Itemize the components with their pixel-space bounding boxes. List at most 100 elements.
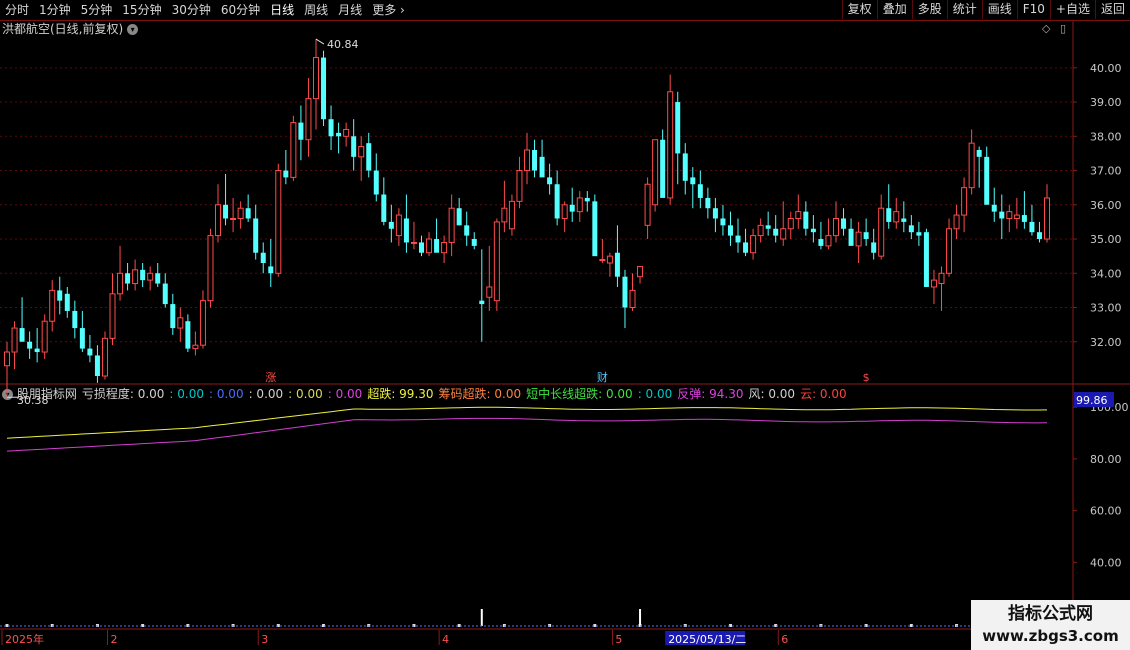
candle-body [155,273,161,284]
candle-body [697,184,703,198]
candle-body [757,224,764,237]
candle-body [569,204,575,212]
candle-body [162,283,168,305]
candle-body [1029,221,1035,233]
candle-body [795,211,802,219]
candle-body [508,200,515,230]
candle-body [961,187,968,216]
marker-2: $ [863,371,870,384]
x-date-label-4: 5 [615,633,622,646]
candle-body [930,279,937,288]
candle-body [863,232,869,240]
annotation-min: 30.38 [17,394,49,407]
candle-body [584,197,590,202]
candle-body [223,204,229,219]
candle-body [810,228,816,233]
candle-body [629,289,636,309]
candle-body [215,204,222,237]
candle-body [132,269,139,285]
y-tick-label: 37.00 [1090,165,1122,178]
y-tick-label: 34.00 [1090,267,1122,280]
candle-body [403,218,409,243]
candle-body [395,214,402,237]
candle-body [260,252,266,263]
candle-body [290,122,297,178]
candle-body [765,225,771,229]
candle-body [832,217,839,237]
candle-body [237,207,244,219]
candle-body [712,208,718,219]
candle-body [667,91,674,199]
candle-body [1021,215,1027,222]
candle-body [923,232,929,287]
candle-body [19,328,25,342]
candle-body [418,242,424,253]
candle-body [886,208,892,222]
candle-body [773,228,779,236]
candle-body [803,211,809,229]
candle-body [968,142,975,189]
candle-body [705,197,711,209]
candle-body [1013,214,1020,219]
candle-body [675,102,681,154]
candle-body [479,300,485,305]
candle-body [441,241,448,254]
candle-body [245,208,251,219]
candle-body [117,272,124,295]
candle-body [57,290,63,301]
candle-body [388,221,394,229]
candle-body [101,337,108,377]
candle-body [561,204,568,219]
annotation-pointer [315,38,325,45]
candle-body [848,228,854,246]
candle-body [660,139,666,198]
y-tick-label: 39.00 [1090,96,1122,109]
x-date-label-0: 2025年 [5,632,44,646]
x-date-label-1: 2 [111,633,118,646]
candle-body [4,351,10,367]
candle-body [192,344,199,350]
current-value-label: 99.86 [1076,394,1108,407]
candle-body [946,228,953,274]
candle-body [780,228,787,240]
y-tick-label: 35.00 [1090,233,1122,246]
candle-body [644,183,651,226]
candle-body [652,139,659,206]
candle-body [79,328,85,349]
watermark-title: 指标公式网 [1008,604,1093,624]
candle-body [283,170,289,178]
candle-body [532,150,538,171]
candle-body [841,218,847,229]
candle-body [720,218,726,226]
candle-body [606,255,613,264]
candle-body [991,204,997,212]
watermark-url: www.zbgs3.com [982,627,1119,645]
candle-body [743,242,749,253]
candle-body [787,217,794,230]
candle-body [818,239,824,246]
candle-body [871,242,877,253]
series-line-0 [6,406,1048,439]
candle-body [381,194,387,222]
candle-body [305,98,312,141]
candle-body [125,273,131,284]
candle-body [41,320,48,353]
y-tick-label: 36.00 [1090,199,1122,212]
candle-body [516,170,523,202]
candle-body [328,119,334,137]
candle-body [448,207,455,243]
candle-body [366,143,372,171]
chart-svg: 32.00 33.00 34.00 35.00 36.00 37.00 38.00 39.00… [0,21,1130,646]
marker-0: 涨 [265,371,276,384]
candle-body [938,272,945,285]
candle-body [456,208,462,226]
annotation-max: 40.84 [327,38,359,51]
candle-body [592,201,598,257]
candle-body [825,235,832,247]
candle-body [49,289,56,322]
candle-body [614,252,620,277]
candle-body [373,170,379,195]
candle-body [464,225,470,236]
y-tick-label: 33.00 [1090,302,1122,315]
candle-body [351,136,357,157]
